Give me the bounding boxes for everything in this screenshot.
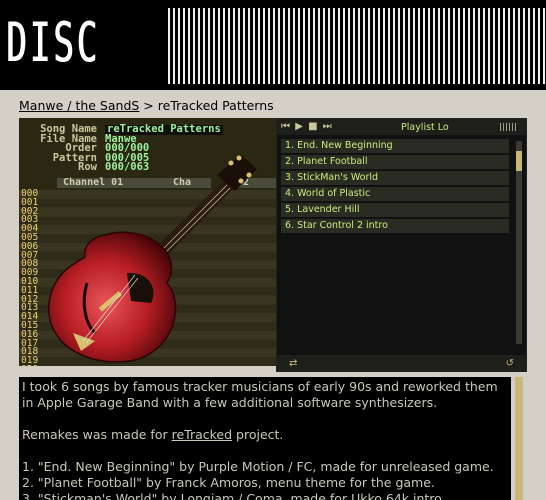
shuffle-icon[interactable]: ⇄: [289, 358, 297, 369]
playlist-footer: ⇄ ↺: [277, 355, 526, 371]
breadcrumb-separator: >: [143, 98, 154, 113]
description-list-item: 1. "End. New Beginning" by Purple Motion…: [22, 459, 494, 474]
playlist-item[interactable]: 4. World of Plastic: [281, 187, 509, 201]
playlist-toolbar: ⏮ ▶ ■ ⏭ Playlist Lo: [277, 119, 526, 135]
retracked-link[interactable]: reTracked: [172, 427, 232, 442]
description-list-item: 2. "Planet Football" by Franck Amoros, m…: [22, 475, 435, 490]
playlist-list: 1. End. New Beginning 2. Planet Football…: [281, 139, 509, 235]
content-panel: Manwe / the SandS > reTracked Patterns S…: [12, 94, 538, 500]
breadcrumb-parent-link[interactable]: Manwe / the SandS: [19, 98, 139, 113]
play-icon[interactable]: ▶: [295, 121, 304, 132]
site-header: DISC SHELF: [0, 0, 546, 90]
description-scrollbar[interactable]: [515, 377, 523, 500]
playlist-item[interactable]: 3. StickMan's World: [281, 171, 509, 185]
previous-icon[interactable]: ⏮: [281, 121, 291, 132]
playlist-item[interactable]: 2. Planet Football: [281, 155, 509, 169]
logo[interactable]: DISC SHELF: [0, 0, 168, 88]
playlist-player: ⏮ ▶ ■ ⏭ Playlist Lo 1. End. New Beginnin…: [276, 118, 527, 372]
playlist-item[interactable]: 1. End. New Beginning: [281, 139, 509, 153]
next-icon[interactable]: ⏭: [323, 121, 333, 132]
repeat-icon[interactable]: ↺: [506, 358, 514, 369]
playlist-title: Playlist Lo: [401, 122, 449, 133]
breadcrumb-current: reTracked Patterns: [157, 98, 274, 113]
breadcrumb: Manwe / the SandS > reTracked Patterns: [19, 98, 274, 113]
playlist-item[interactable]: 6. Star Control 2 intro: [281, 219, 509, 233]
guitar-illustration: [48, 155, 257, 363]
player-controls[interactable]: ⏮ ▶ ■ ⏭: [281, 121, 333, 132]
description-intro: I took 6 songs by famous tracker musicia…: [22, 379, 498, 410]
playlist-item[interactable]: 5. Lavender Hill: [281, 203, 509, 217]
description-remakes: Remakes was made for reTracked project.: [22, 427, 284, 442]
logo-text: DISC SHELF: [4, 0, 166, 88]
playlist-scrollbar[interactable]: [516, 141, 522, 344]
description-list-item: 3. "Stickman's World" by Longiam / Coma,…: [22, 491, 442, 500]
playlist-scroll-thumb[interactable]: [516, 151, 522, 171]
tracker-artwork: Song Name File Name Order Pattern Row re…: [19, 118, 280, 366]
description-box: I took 6 songs by famous tracker musicia…: [19, 377, 511, 500]
stop-icon[interactable]: ■: [308, 121, 318, 132]
volume-icon[interactable]: [500, 123, 518, 131]
